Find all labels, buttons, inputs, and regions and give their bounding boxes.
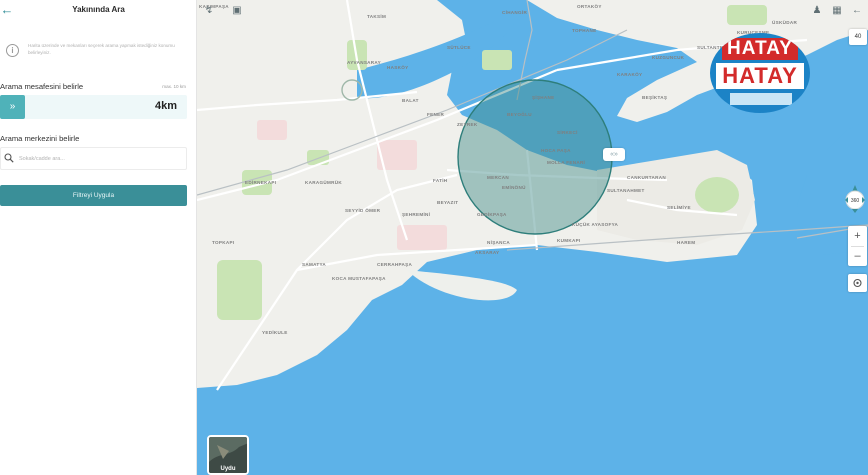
logo-text-bottom: HATAY [716, 63, 804, 89]
radius-handle[interactable]: «» [603, 148, 625, 161]
info-icon: i [6, 44, 19, 57]
district-label: ORTAKÖY [577, 4, 602, 9]
info-text: Harita üzerinde ve mekanları seçerek ara… [28, 43, 175, 55]
district-label: BEŞİKTAŞ [642, 95, 668, 100]
compass-icon[interactable]: 360 [842, 184, 868, 214]
district-label: SULTANAHMET [607, 188, 645, 193]
zoom-control: + – [848, 226, 867, 266]
district-label: CİHANGİR [502, 10, 528, 15]
grid-icon[interactable]: ▦ [829, 3, 845, 19]
district-label: EMİNÖNÜ [502, 185, 526, 190]
search-panel: ← Yakınında Ara i Harita üzerinde ve mek… [0, 0, 197, 475]
arrow-left-icon[interactable]: ← [849, 3, 865, 19]
zoom-out-button[interactable]: – [848, 246, 867, 266]
district-label: BEYOĞLU [507, 112, 532, 117]
district-label: CERRAHPAŞA [377, 262, 413, 267]
district-label: SEYYİD ÖMER [345, 208, 381, 213]
district-label: YEDİKULE [262, 330, 288, 335]
district-label: SİRKECİ [557, 130, 578, 135]
panel-header: ← Yakınında Ara [0, 0, 197, 22]
district-label: MERCAN [487, 175, 509, 180]
chevron-double-right-icon[interactable]: » [0, 95, 25, 119]
district-label: EDİRNEKAPI [245, 180, 277, 185]
info-box: i Harita üzerinde ve mekanları seçerek a… [0, 38, 187, 66]
district-label: FATİH [433, 178, 448, 183]
district-label: KOCA MUSTAFAPAŞA [332, 276, 386, 281]
district-label: SELİMİYE [667, 205, 691, 210]
center-label: Arama merkezini belirle [0, 134, 80, 143]
district-label: AYVANSARAY [347, 60, 381, 65]
map-view[interactable]: KASIMPAŞA TAKSİM CİHANGİR TOPHANE KARAKÖ… [197, 0, 868, 475]
district-label: HOCA PAŞA [541, 148, 571, 153]
layer-label: Uydu [220, 466, 236, 472]
locate-button[interactable] [848, 274, 867, 292]
district-label: GEDİKPAŞA [477, 212, 507, 217]
camera-icon[interactable]: ▣ [229, 3, 245, 19]
search-input[interactable] [19, 152, 179, 166]
district-label: ŞEHREMİNİ [402, 212, 431, 217]
distance-slider[interactable]: » 4km [0, 95, 187, 119]
logo-text-top: HATAY [722, 38, 798, 60]
district-label: NİŞANCA [487, 240, 511, 245]
district-label: ZEYREK [457, 122, 478, 127]
district-label: KARAKÖY [617, 72, 643, 77]
search-radius-circle [457, 79, 613, 235]
district-label: KARAGÜMRÜK [305, 180, 342, 185]
distance-max-label: max. 10 km [162, 84, 186, 89]
zoom-level-badge[interactable]: 40 [849, 29, 867, 45]
district-label: MOLLA FENARİ [547, 160, 586, 165]
district-label: CANKURTARAN [627, 175, 666, 180]
crosshair-icon [853, 278, 862, 288]
district-label: KUMKAPI [557, 238, 581, 243]
logo-strip [730, 93, 792, 105]
distance-value: 4km [154, 100, 177, 112]
district-label: FENER [427, 112, 445, 117]
compass-label: 360 [851, 198, 860, 204]
district-label: TOPKAPI [212, 240, 235, 245]
district-label: TOPHANE [572, 28, 597, 33]
search-field[interactable] [0, 147, 187, 170]
district-label: BEYAZIT [437, 200, 459, 205]
distance-label: Arama mesafesini belirle [0, 82, 84, 91]
apply-filter-button[interactable]: Filtreyi Uygula [0, 185, 187, 206]
district-label: AKSARAY [475, 250, 500, 255]
district-label: SAMATYA [302, 262, 327, 267]
district-label: KUZGUNCUK [652, 55, 685, 60]
district-label: HAREM [677, 240, 696, 245]
route-icon[interactable]: ↯ [201, 3, 217, 19]
panel-title: Yakınında Ara [72, 5, 125, 14]
district-label: ÜSKÜDAR [772, 20, 798, 25]
district-label: BALAT [402, 98, 419, 103]
person-icon[interactable]: ♟ [809, 3, 825, 19]
district-label: HASKÖY [387, 65, 409, 70]
zoom-in-button[interactable]: + [848, 226, 867, 246]
hatay-logo: HATAY HATAY [710, 33, 810, 113]
district-label: TAKSİM [367, 14, 387, 19]
district-label: SÜTLÜCE [447, 45, 471, 50]
satellite-layer-button[interactable]: Uydu [207, 435, 249, 475]
district-label: ŞİŞHANE [532, 95, 555, 100]
search-icon [4, 153, 14, 163]
district-label: KÜÇÜK AYASOFYA [572, 222, 619, 227]
